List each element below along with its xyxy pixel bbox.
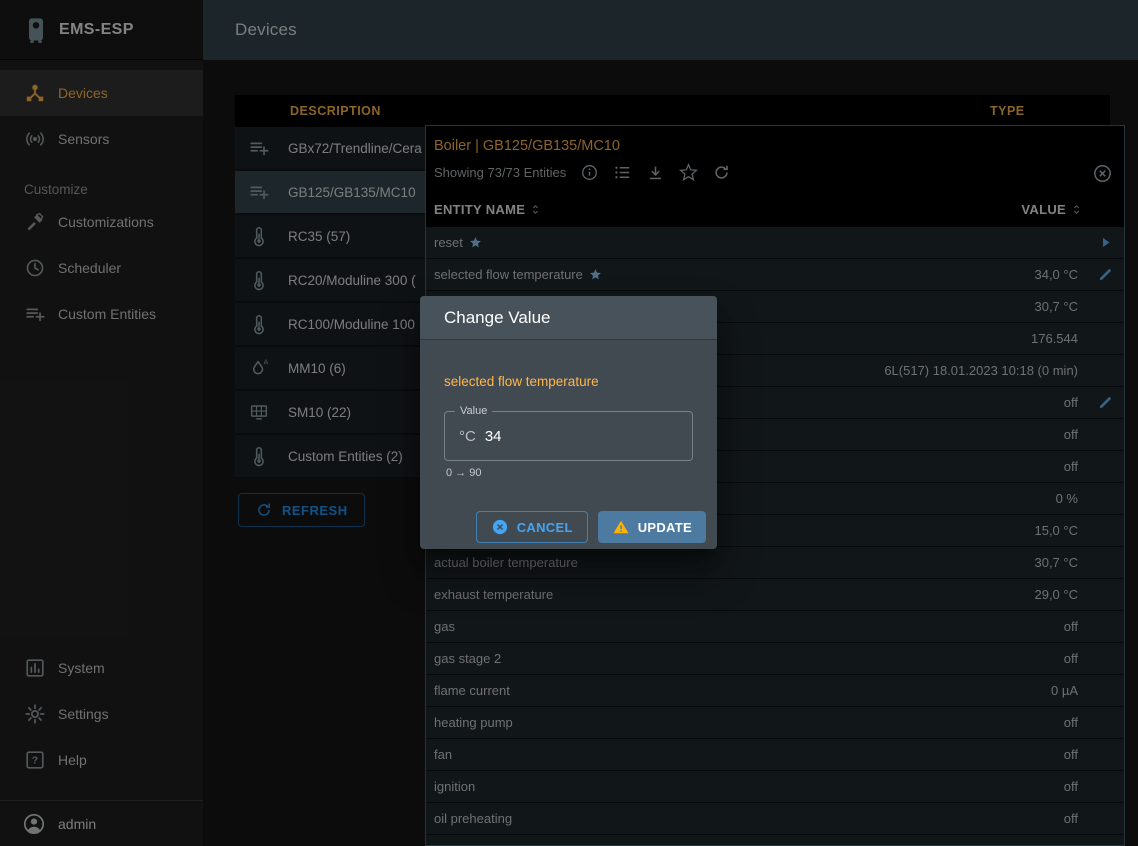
warning-triangle-icon	[612, 518, 630, 536]
value-range-helper: 0 → 90	[446, 467, 693, 479]
unit-adornment: °C	[459, 428, 476, 445]
change-value-dialog: Change Value selected flow temperature V…	[420, 296, 717, 549]
update-button[interactable]: UPDATE	[598, 511, 706, 543]
dialog-title: Change Value	[420, 296, 717, 340]
cancel-button[interactable]: CANCEL	[476, 511, 588, 543]
value-field-text: 34	[485, 428, 502, 445]
dialog-entity-name: selected flow temperature	[444, 374, 693, 389]
value-input[interactable]: Value °C 34	[444, 411, 693, 461]
value-field-label: Value	[455, 405, 492, 417]
app-root: EMS-ESP DevicesSensors Customize Customi…	[0, 0, 1138, 846]
dialog-body: selected flow temperature Value °C 34 0 …	[420, 340, 717, 479]
cancel-circle-icon	[491, 518, 509, 536]
cancel-label: CANCEL	[517, 520, 573, 535]
update-label: UPDATE	[638, 520, 692, 535]
dialog-actions: CANCEL UPDATE	[420, 479, 717, 549]
